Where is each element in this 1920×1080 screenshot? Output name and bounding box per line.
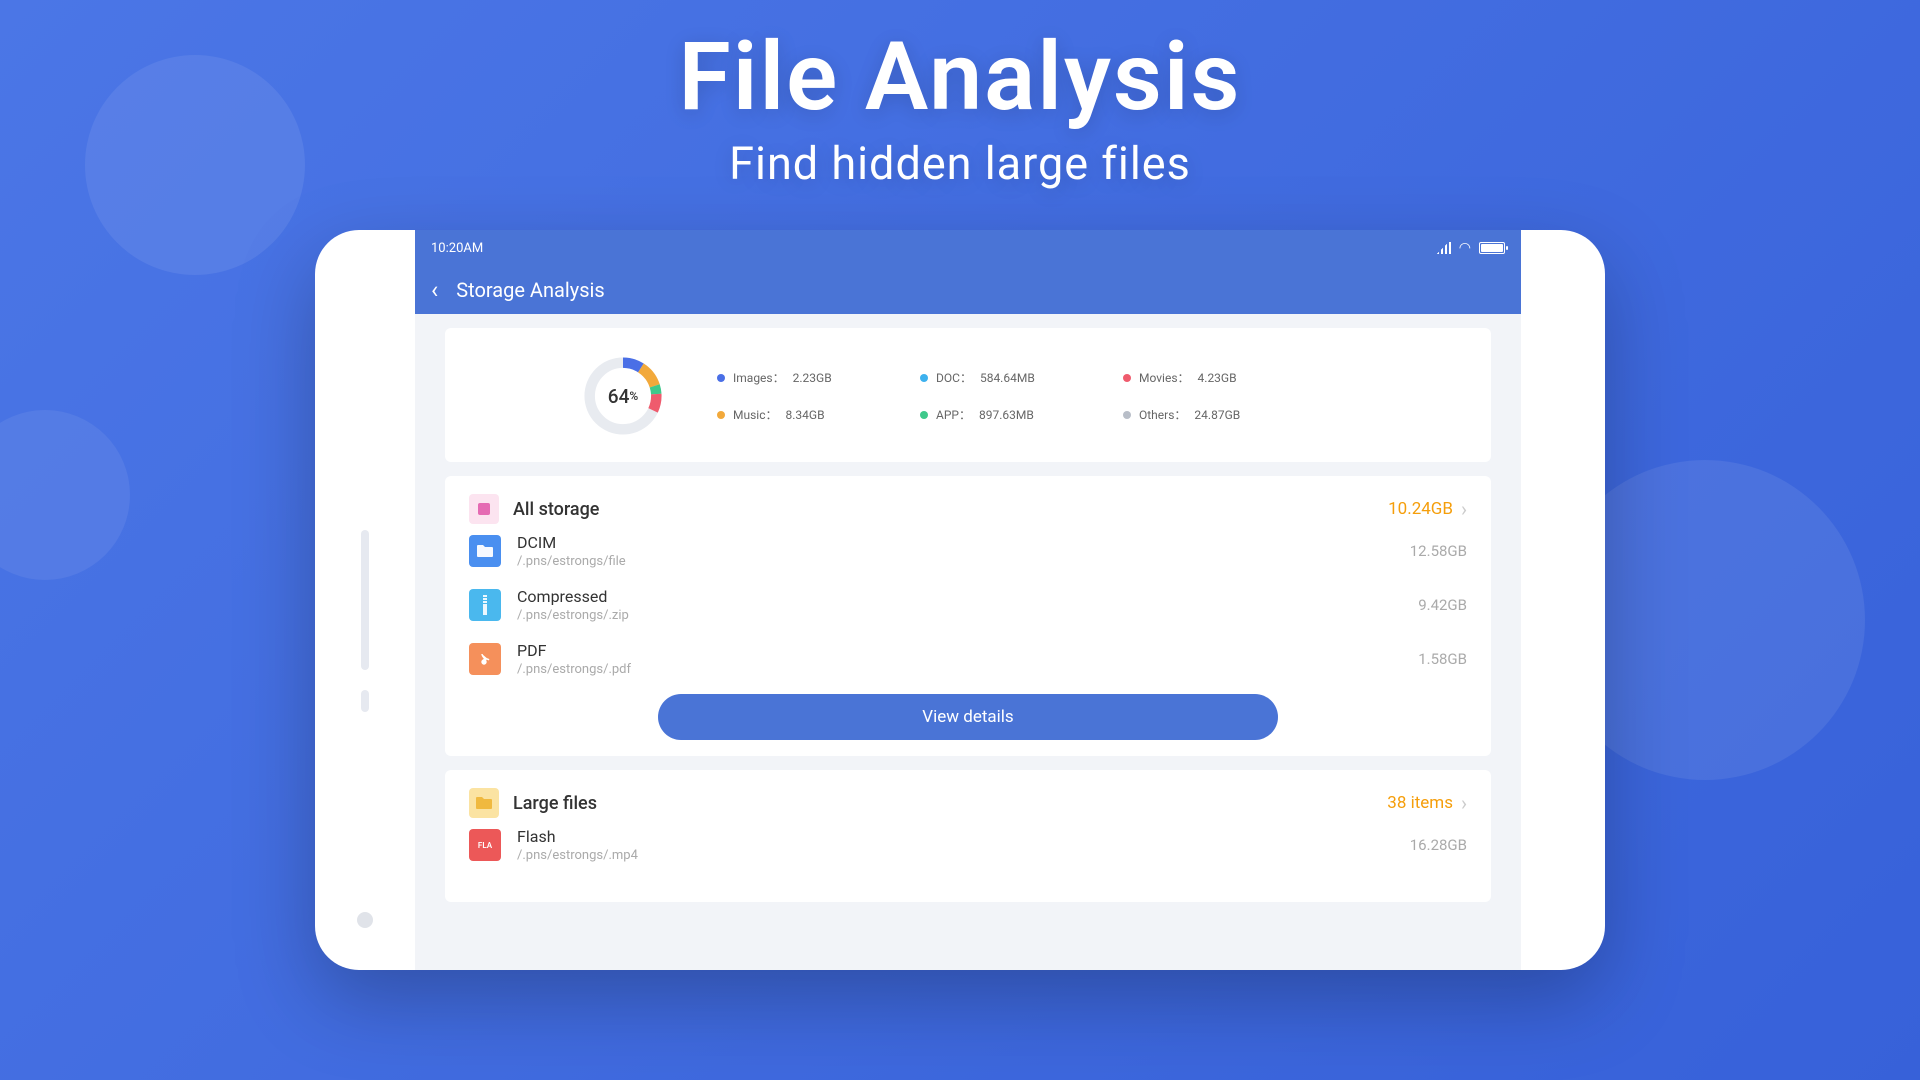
summary-card: 64% Images：2.23GB DOC：584.64MB Movies：4.… <box>445 328 1491 462</box>
hero-title: File Analysis <box>679 22 1242 133</box>
speaker-slot <box>361 690 369 712</box>
battery-icon <box>1479 242 1505 254</box>
status-time: 10:20AM <box>431 241 483 256</box>
bg-decor-circle <box>0 410 130 580</box>
pdf-icon <box>469 643 501 675</box>
view-details-button[interactable]: View details <box>658 694 1278 740</box>
file-path: /.pns/estrongs/.pdf <box>517 662 1418 677</box>
tablet-screen: 10:20AM ‹ Storage Analysis <box>415 230 1521 970</box>
wifi-icon <box>1459 240 1471 256</box>
bg-decor-circle <box>85 55 305 275</box>
large-files-title: Large files <box>513 793 597 814</box>
all-storage-total: 10.24GB <box>1388 499 1453 519</box>
flash-file-icon: FLA <box>469 829 501 861</box>
file-size: 12.58GB <box>1410 542 1467 560</box>
legend-item-images: Images：2.23GB <box>717 369 912 386</box>
file-path: /.pns/estrongs/.zip <box>517 608 1418 623</box>
legend-item-app: APP：897.63MB <box>920 406 1115 423</box>
legend-item-others: Others：24.87GB <box>1123 406 1318 423</box>
file-size: 1.58GB <box>1418 650 1467 668</box>
tablet-bezel <box>315 230 415 970</box>
file-row-compressed[interactable]: Compressed /.pns/estrongs/.zip 9.42GB <box>469 578 1467 632</box>
page-title: Storage Analysis <box>456 278 605 302</box>
all-storage-icon <box>469 494 499 524</box>
usage-percent: 64 <box>608 385 630 408</box>
chevron-right-icon: › <box>1461 791 1467 815</box>
large-files-card: Large files 38 items › FLA Flash /.pns/es… <box>445 770 1491 902</box>
file-size: 9.42GB <box>1418 596 1467 614</box>
hero-subtitle: Find hidden large files <box>729 137 1191 190</box>
zip-icon <box>469 589 501 621</box>
file-size: 16.28GB <box>1410 836 1467 854</box>
file-path: /.pns/estrongs/.mp4 <box>517 848 1410 863</box>
large-files-icon <box>469 788 499 818</box>
large-files-count: 38 items <box>1387 793 1453 813</box>
chevron-right-icon: › <box>1461 497 1467 521</box>
legend-item-movies: Movies：4.23GB <box>1123 369 1318 386</box>
file-name: Flash <box>517 827 1410 846</box>
speaker-slot <box>361 530 369 670</box>
signal-icon <box>1437 242 1451 254</box>
file-name: Compressed <box>517 587 1418 606</box>
status-bar: 10:20AM <box>415 230 1521 266</box>
legend-item-music: Music：8.34GB <box>717 406 912 423</box>
file-name: DCIM <box>517 533 1410 552</box>
usage-percent-unit: % <box>629 389 638 403</box>
usage-donut: 64% <box>579 352 667 440</box>
file-row-dcim[interactable]: DCIM /.pns/estrongs/file 12.58GB <box>469 524 1467 578</box>
file-row-flash[interactable]: FLA Flash /.pns/estrongs/.mp4 16.28GB <box>469 818 1467 872</box>
front-camera <box>357 912 373 928</box>
file-name: PDF <box>517 641 1418 660</box>
all-storage-header[interactable]: All storage 10.24GB › <box>469 494 1467 524</box>
legend: Images：2.23GB DOC：584.64MB Movies：4.23GB… <box>717 369 1318 423</box>
large-files-header[interactable]: Large files 38 items › <box>469 788 1467 818</box>
folder-icon <box>469 535 501 567</box>
legend-item-doc: DOC：584.64MB <box>920 369 1115 386</box>
all-storage-card: All storage 10.24GB › DCIM /.pns/estrongs… <box>445 476 1491 756</box>
all-storage-title: All storage <box>513 499 599 520</box>
file-path: /.pns/estrongs/file <box>517 554 1410 569</box>
app-header: ‹ Storage Analysis <box>415 266 1521 314</box>
tablet-frame: 10:20AM ‹ Storage Analysis <box>315 230 1605 970</box>
file-row-pdf[interactable]: PDF /.pns/estrongs/.pdf 1.58GB <box>469 632 1467 686</box>
back-icon[interactable]: ‹ <box>425 276 444 304</box>
